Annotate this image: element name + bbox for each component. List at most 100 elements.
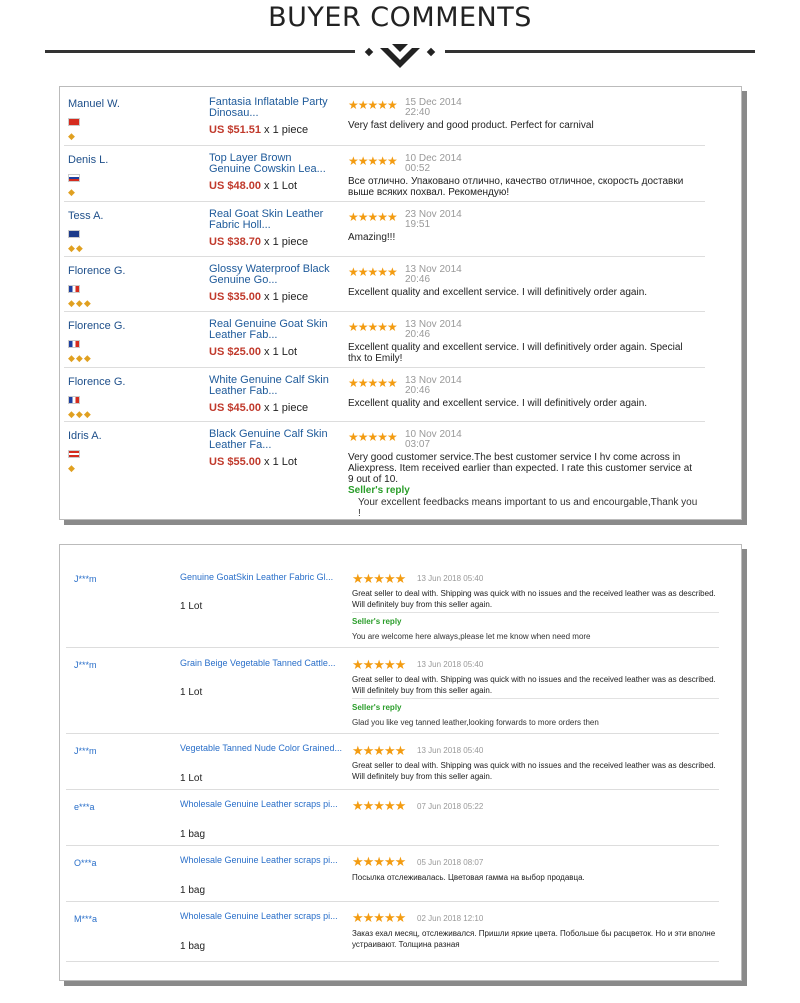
price-value: US $25.00 bbox=[209, 346, 261, 358]
buyer-name[interactable]: J***m bbox=[74, 746, 97, 756]
price-value: US $35.00 bbox=[209, 291, 261, 303]
ornament-icon bbox=[364, 44, 436, 68]
feedback-date: 13 Jun 2018 05:40 bbox=[417, 574, 484, 583]
comment-text: Excellent quality and excellent service.… bbox=[348, 342, 683, 364]
seller-reply-label: Seller's reply bbox=[352, 703, 402, 712]
rating-stars-icon: ★★★★★ bbox=[352, 798, 406, 813]
table-row: Denis L. ◆ Top Layer Brown Genuine Cowsk… bbox=[64, 146, 705, 202]
buyer-name[interactable]: Florence G. bbox=[68, 376, 125, 388]
seller-reply-text: Glad you like veg tanned leather,looking… bbox=[352, 718, 599, 727]
buyer-name[interactable]: O***a bbox=[74, 858, 97, 868]
quantity: x 1 piece bbox=[264, 402, 309, 414]
quantity: 1 Lot bbox=[180, 773, 203, 784]
time: 20:46 bbox=[405, 385, 431, 396]
feedback-date: 13 Nov 2014 20:46 bbox=[405, 376, 462, 396]
rating-stars-icon: ★★★★★ bbox=[348, 376, 398, 390]
table-row: J***m Genuine GoatSkin Leather Fabric Gl… bbox=[66, 546, 719, 648]
buyer-name[interactable]: M***a bbox=[74, 914, 97, 924]
feedback-date: 07 Jun 2018 05:22 bbox=[417, 802, 484, 811]
quantity: x 1 piece bbox=[264, 291, 309, 303]
price-value: US $51.51 bbox=[209, 124, 261, 136]
price: US $55.00 x 1 Lot bbox=[209, 456, 297, 468]
product-link[interactable]: Vegetable Tanned Nude Color Grained... bbox=[180, 743, 342, 753]
product-link[interactable]: Genuine GoatSkin Leather Fabric Gl... bbox=[180, 572, 333, 582]
france-flag-icon bbox=[68, 340, 80, 348]
product-link[interactable]: Real Goat Skin Leather Fabric Holl... bbox=[209, 209, 334, 231]
product-link[interactable]: Wholesale Genuine Leather scraps pi... bbox=[180, 855, 338, 865]
price: US $51.51 x 1 piece bbox=[209, 124, 308, 136]
quantity: 1 bag bbox=[180, 941, 206, 952]
table-row: Florence G. ◆◆◆ Real Genuine Goat Skin L… bbox=[64, 312, 705, 368]
france-flag-icon bbox=[68, 396, 80, 404]
table-row: J***m Grain Beige Vegetable Tanned Cattl… bbox=[66, 648, 719, 734]
rating-stars-icon: ★★★★★ bbox=[352, 657, 406, 672]
comment-text: Great seller to deal with. Shipping was … bbox=[352, 761, 716, 781]
buyer-name[interactable]: Tess A. bbox=[68, 210, 103, 222]
product-link[interactable]: Fantasia Inflatable Party Dinosau... bbox=[209, 97, 334, 119]
price: US $25.00 x 1 Lot bbox=[209, 346, 297, 358]
quantity: 1 bag bbox=[180, 885, 206, 896]
price-value: US $45.00 bbox=[209, 402, 261, 414]
comment-text: Excellent quality and excellent service.… bbox=[348, 287, 648, 298]
feedback-date: 02 Jun 2018 12:10 bbox=[417, 914, 484, 923]
seller-reply-text: You are welcome here always,please let m… bbox=[352, 632, 591, 641]
medal-icon: ◆ bbox=[68, 187, 76, 197]
product-link[interactable]: White Genuine Calf Skin Leather Fab... bbox=[209, 375, 334, 397]
product-link[interactable]: Black Genuine Calf Skin Leather Fa... bbox=[209, 429, 334, 451]
seller-reply-text: Your excellent feedbacks means important… bbox=[358, 497, 698, 519]
table-row: e***a Wholesale Genuine Leather scraps p… bbox=[66, 790, 719, 846]
buyer-name[interactable]: J***m bbox=[74, 574, 97, 584]
buyer-name[interactable]: Idris A. bbox=[68, 430, 102, 442]
usa-flag-icon bbox=[68, 450, 80, 458]
table-row: J***m Vegetable Tanned Nude Color Graine… bbox=[66, 734, 719, 790]
feedback-date: 05 Jun 2018 08:07 bbox=[417, 858, 484, 867]
time: 22:40 bbox=[405, 107, 431, 118]
price-value: US $48.00 bbox=[209, 180, 261, 192]
product-link[interactable]: Real Genuine Goat Skin Leather Fab... bbox=[209, 319, 334, 341]
quantity: x 1 Lot bbox=[264, 456, 298, 468]
buyer-name[interactable]: Manuel W. bbox=[68, 98, 120, 110]
buyer-name[interactable]: Denis L. bbox=[68, 154, 108, 166]
feedback-date: 13 Nov 2014 20:46 bbox=[405, 265, 462, 285]
rating-stars-icon: ★★★★★ bbox=[352, 571, 406, 586]
table-row: Manuel W. ◆ Fantasia Inflatable Party Di… bbox=[64, 90, 705, 146]
buyer-name[interactable]: Florence G. bbox=[68, 320, 125, 332]
reply-divider bbox=[352, 698, 719, 699]
product-link[interactable]: Top Layer Brown Genuine Cowskin Lea... bbox=[209, 153, 334, 175]
feedback-date: 23 Nov 2014 19:51 bbox=[405, 210, 462, 230]
price: US $48.00 x 1 Lot bbox=[209, 180, 297, 192]
buyer-name[interactable]: Florence G. bbox=[68, 265, 125, 277]
table-row: Florence G. ◆◆◆ Glossy Waterproof Black … bbox=[64, 257, 705, 312]
table-row: Idris A. ◆ Black Genuine Calf Skin Leath… bbox=[64, 422, 705, 519]
rating-stars-icon: ★★★★★ bbox=[348, 210, 398, 224]
feedback-date: 13 Nov 2014 20:46 bbox=[405, 320, 462, 340]
rating-stars-icon: ★★★★★ bbox=[348, 320, 398, 334]
price: US $38.70 x 1 piece bbox=[209, 236, 308, 248]
medal-icon: ◆◆◆ bbox=[68, 409, 92, 419]
buyer-name[interactable]: J***m bbox=[74, 660, 97, 670]
product-link[interactable]: Glossy Waterproof Black Genuine Go... bbox=[209, 264, 334, 286]
product-link[interactable]: Grain Beige Vegetable Tanned Cattle... bbox=[180, 658, 335, 668]
quantity: 1 Lot bbox=[180, 687, 203, 698]
product-link[interactable]: Wholesale Genuine Leather scraps pi... bbox=[180, 911, 338, 921]
comment-text: Заказ ехал месяц, отслеживался. Пришли я… bbox=[352, 929, 716, 949]
page-title: BUYER COMMENTS bbox=[268, 2, 532, 33]
rating-stars-icon: ★★★★★ bbox=[352, 743, 406, 758]
header-divider-left bbox=[45, 50, 355, 53]
price: US $45.00 x 1 piece bbox=[209, 402, 308, 414]
rating-stars-icon: ★★★★★ bbox=[348, 98, 398, 112]
time: 03:07 bbox=[405, 439, 431, 450]
rating-stars-icon: ★★★★★ bbox=[352, 910, 406, 925]
time: 19:51 bbox=[405, 219, 431, 230]
product-link[interactable]: Wholesale Genuine Leather scraps pi... bbox=[180, 799, 338, 809]
reply-divider bbox=[352, 612, 719, 613]
header-divider-right bbox=[445, 50, 755, 53]
table-row: M***a Wholesale Genuine Leather scraps p… bbox=[66, 902, 719, 962]
medal-icon: ◆◆ bbox=[68, 243, 84, 253]
price-value: US $38.70 bbox=[209, 236, 261, 248]
rating-stars-icon: ★★★★★ bbox=[348, 154, 398, 168]
time: 00:52 bbox=[405, 163, 431, 174]
quantity: 1 Lot bbox=[180, 601, 203, 612]
medal-icon: ◆ bbox=[68, 463, 76, 473]
buyer-name[interactable]: e***a bbox=[74, 802, 95, 812]
